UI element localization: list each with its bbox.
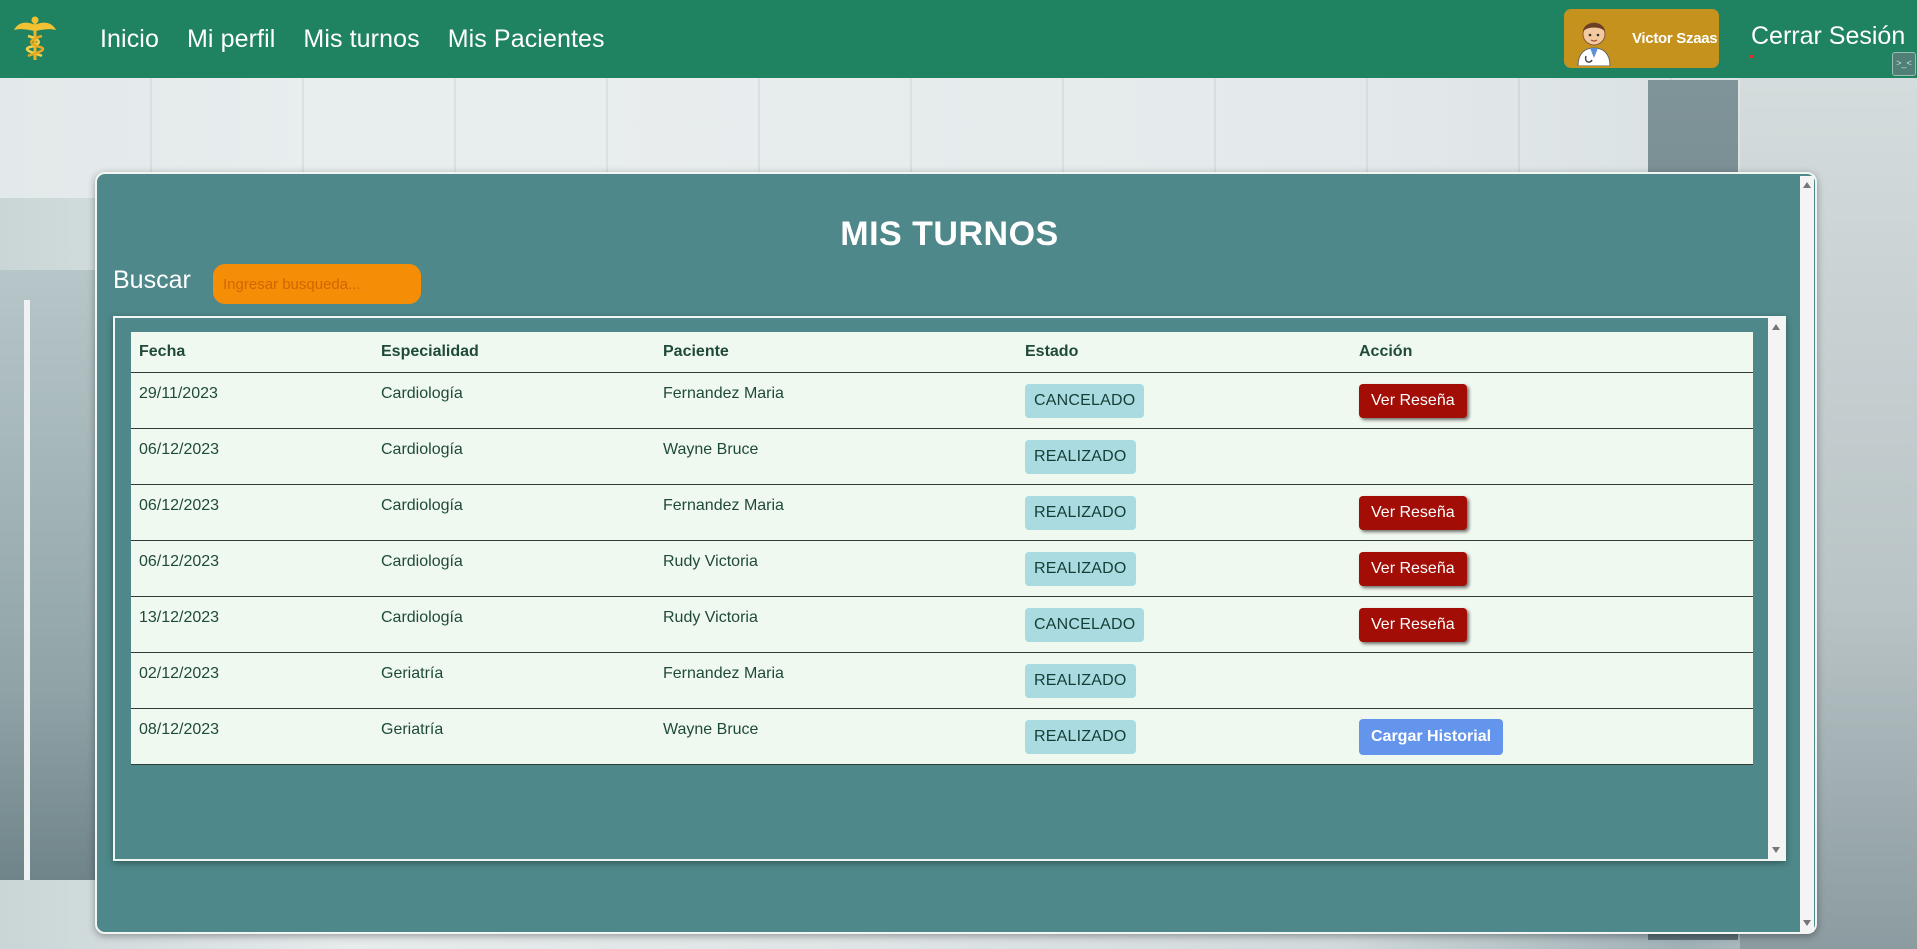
nav-link-mis-pacientes[interactable]: Mis Pacientes bbox=[448, 25, 605, 54]
table-row: 02/12/2023 Geriatría Fernandez Maria REA… bbox=[131, 652, 1753, 709]
cell-estado: REALIZADO bbox=[1017, 428, 1351, 485]
cell-accion: Ver Reseña bbox=[1351, 484, 1753, 541]
status-badge: REALIZADO bbox=[1025, 719, 1136, 754]
cell-estado: CANCELADO bbox=[1017, 596, 1351, 653]
scroll-up-icon[interactable] bbox=[1803, 182, 1811, 188]
status-badge: REALIZADO bbox=[1025, 439, 1136, 474]
cell-especialidad: Geriatría bbox=[373, 652, 655, 709]
nav-link-mis-turnos[interactable]: Mis turnos bbox=[303, 25, 419, 54]
header-fecha: Fecha bbox=[131, 332, 373, 373]
cell-paciente: Wayne Bruce bbox=[655, 708, 1017, 765]
table-header-row: Fecha Especialidad Paciente Estado Acció… bbox=[131, 332, 1753, 373]
table-row: 08/12/2023 Geriatría Wayne Bruce REALIZA… bbox=[131, 708, 1753, 765]
decorative-dot bbox=[1750, 55, 1753, 58]
cell-especialidad: Cardiología bbox=[373, 428, 655, 485]
ver-resena-button[interactable]: Ver Reseña bbox=[1359, 551, 1467, 586]
cell-accion: Ver Reseña bbox=[1351, 372, 1753, 429]
scroll-down-icon[interactable] bbox=[1772, 847, 1780, 853]
status-badge: REALIZADO bbox=[1025, 551, 1136, 586]
nav-link-mi-perfil[interactable]: Mi perfil bbox=[187, 25, 275, 54]
cell-estado: REALIZADO bbox=[1017, 484, 1351, 541]
header-especialidad: Especialidad bbox=[373, 332, 655, 373]
cell-estado: REALIZADO bbox=[1017, 652, 1351, 709]
cell-fecha: 06/12/2023 bbox=[131, 484, 373, 541]
cell-especialidad: Cardiología bbox=[373, 540, 655, 597]
header-accion: Acción bbox=[1351, 332, 1753, 373]
cell-accion: Cargar Historial bbox=[1351, 708, 1753, 765]
scroll-down-icon[interactable] bbox=[1803, 920, 1811, 926]
status-badge: REALIZADO bbox=[1025, 495, 1136, 530]
table-row: 06/12/2023 Cardiología Fernandez Maria R… bbox=[131, 484, 1753, 541]
table-row: 29/11/2023 Cardiología Fernandez Maria C… bbox=[131, 372, 1753, 429]
cell-especialidad: Geriatría bbox=[373, 708, 655, 765]
cell-paciente: Fernandez Maria bbox=[655, 484, 1017, 541]
terminal-icon[interactable]: >_< bbox=[1892, 52, 1916, 76]
cell-especialidad: Cardiología bbox=[373, 596, 655, 653]
search-label: Buscar bbox=[113, 266, 191, 294]
status-badge: REALIZADO bbox=[1025, 663, 1136, 698]
table-row: 06/12/2023 Cardiología Rudy Victoria REA… bbox=[131, 540, 1753, 597]
page-title: MIS TURNOS bbox=[840, 214, 1059, 253]
window-mullion bbox=[24, 300, 30, 880]
cell-paciente: Fernandez Maria bbox=[655, 652, 1017, 709]
nav-link-inicio[interactable]: Inicio bbox=[100, 25, 159, 54]
cell-fecha: 02/12/2023 bbox=[131, 652, 373, 709]
table-scrollbar[interactable] bbox=[1768, 318, 1784, 859]
main-nav: Inicio Mi perfil Mis turnos Mis Paciente… bbox=[100, 0, 605, 78]
search-input[interactable] bbox=[213, 264, 421, 304]
logout-link[interactable]: Cerrar Sesión bbox=[1751, 22, 1905, 51]
cell-accion: Ver Reseña bbox=[1351, 540, 1753, 597]
user-name: Victor Szaas bbox=[1632, 30, 1718, 47]
cell-fecha: 08/12/2023 bbox=[131, 708, 373, 765]
header-paciente: Paciente bbox=[655, 332, 1017, 373]
cargar-historial-button[interactable]: Cargar Historial bbox=[1359, 718, 1504, 755]
cell-estado: REALIZADO bbox=[1017, 708, 1351, 765]
scroll-up-icon[interactable] bbox=[1772, 324, 1780, 330]
cell-especialidad: Cardiología bbox=[373, 484, 655, 541]
header-estado: Estado bbox=[1017, 332, 1351, 373]
cell-paciente: Rudy Victoria bbox=[655, 540, 1017, 597]
top-navbar: Inicio Mi perfil Mis turnos Mis Paciente… bbox=[0, 0, 1917, 78]
cell-paciente: Rudy Victoria bbox=[655, 596, 1017, 653]
cell-fecha: 13/12/2023 bbox=[131, 596, 373, 653]
ver-resena-button[interactable]: Ver Reseña bbox=[1359, 495, 1467, 530]
cell-estado: CANCELADO bbox=[1017, 372, 1351, 429]
cell-paciente: Wayne Bruce bbox=[655, 428, 1017, 485]
cell-fecha: 06/12/2023 bbox=[131, 428, 373, 485]
panel-scrollbar[interactable] bbox=[1800, 176, 1814, 932]
ver-resena-button[interactable]: Ver Reseña bbox=[1359, 383, 1467, 418]
cell-accion: Ver Reseña bbox=[1351, 596, 1753, 653]
cell-accion bbox=[1351, 428, 1753, 485]
status-badge: CANCELADO bbox=[1025, 383, 1145, 418]
cell-fecha: 29/11/2023 bbox=[131, 372, 373, 429]
cell-accion bbox=[1351, 652, 1753, 709]
cell-paciente: Fernandez Maria bbox=[655, 372, 1017, 429]
appointments-table-container: Fecha Especialidad Paciente Estado Acció… bbox=[113, 316, 1786, 861]
appointments-panel: MIS TURNOS Buscar Fecha Especialidad Pac… bbox=[95, 172, 1817, 934]
status-badge: CANCELADO bbox=[1025, 607, 1145, 642]
cell-fecha: 06/12/2023 bbox=[131, 540, 373, 597]
table-row: 13/12/2023 Cardiología Rudy Victoria CAN… bbox=[131, 596, 1753, 653]
ver-resena-button[interactable]: Ver Reseña bbox=[1359, 607, 1467, 642]
doctor-avatar bbox=[1577, 22, 1611, 66]
cell-estado: REALIZADO bbox=[1017, 540, 1351, 597]
caduceus-icon[interactable] bbox=[14, 16, 56, 62]
table-row: 06/12/2023 Cardiología Wayne Bruce REALI… bbox=[131, 428, 1753, 485]
cell-especialidad: Cardiología bbox=[373, 372, 655, 429]
appointments-table: Fecha Especialidad Paciente Estado Acció… bbox=[131, 332, 1753, 765]
user-profile-chip[interactable]: Victor Szaas bbox=[1564, 9, 1719, 68]
